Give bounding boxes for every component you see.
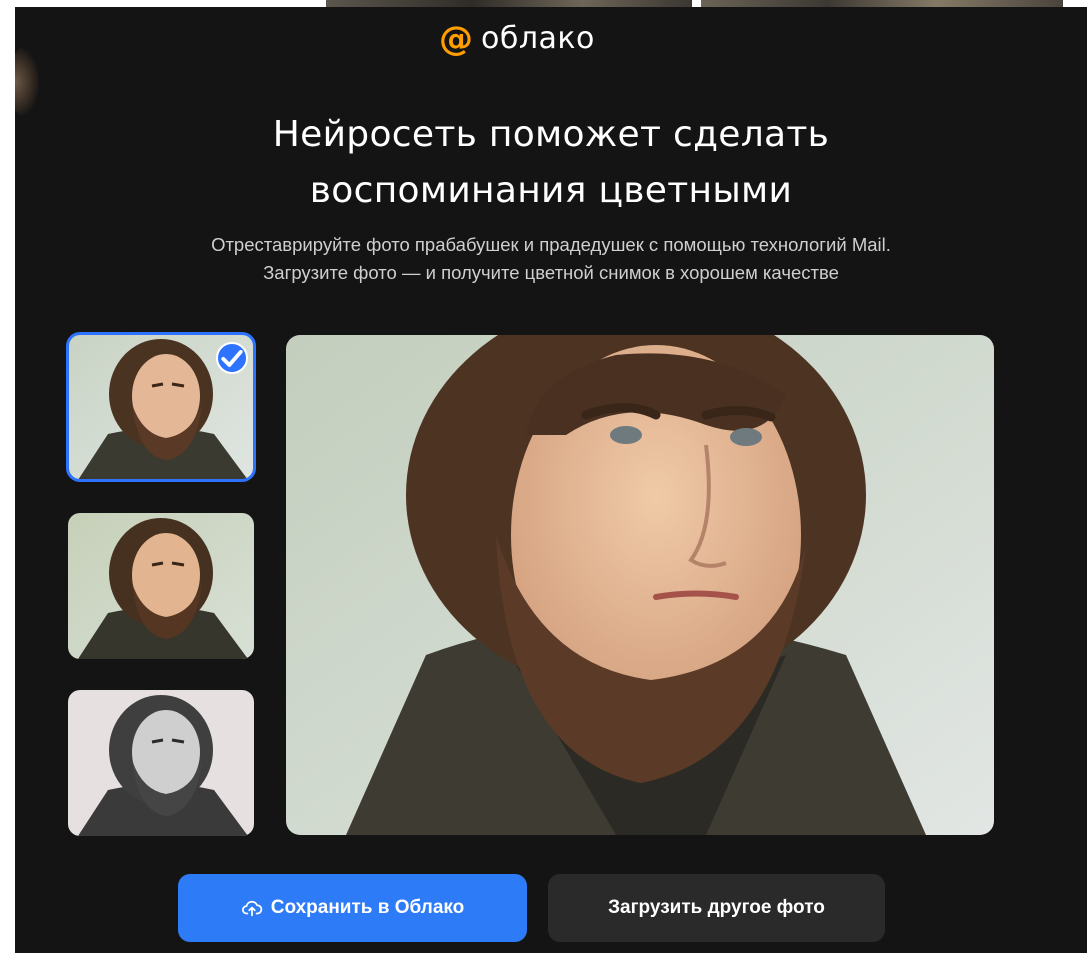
page-title: Нейросеть поможет сделать воспоминания ц…: [15, 107, 1087, 219]
variant-thumbnail-colorized-alt[interactable]: [68, 513, 254, 659]
page-subtitle-line-2: Загрузите фото — и получите цветной сним…: [263, 262, 839, 283]
colorized-photo-preview: [286, 335, 994, 835]
cloud-upload-icon: [241, 900, 262, 917]
page-subtitle-line-1: Отреставрируйте фото прабабушек и прадед…: [211, 234, 891, 255]
variant-thumbnail-original[interactable]: [68, 690, 254, 836]
colorization-dialog: @ облако Нейросеть поможет сделать воспо…: [15, 7, 1087, 953]
variant-thumbnail-colorized[interactable]: [66, 332, 256, 482]
page-subtitle: Отреставрируйте фото прабабушек и прадед…: [15, 231, 1087, 287]
portrait-thumbnail-image: [68, 690, 254, 836]
background-photo-strip-left: [326, 0, 692, 7]
logo-text: облако: [481, 21, 595, 56]
save-button-label: Сохранить в Облако: [270, 897, 465, 918]
save-to-cloud-button[interactable]: Сохранить в Облако: [178, 874, 527, 942]
selected-check-icon: [216, 342, 248, 374]
portrait-thumbnail-image: [68, 513, 254, 659]
page-title-line-2: воспоминания цветными: [309, 170, 793, 211]
at-sign-icon: @: [439, 19, 473, 59]
portrait-main-image: [286, 335, 994, 835]
brand-logo: @ облако: [439, 19, 595, 59]
upload-another-photo-button[interactable]: Загрузить другое фото: [548, 874, 885, 942]
upload-button-label: Загрузить другое фото: [608, 897, 825, 918]
background-photo-strip-right: [701, 0, 1063, 7]
page-title-line-1: Нейросеть поможет сделать: [272, 114, 830, 155]
